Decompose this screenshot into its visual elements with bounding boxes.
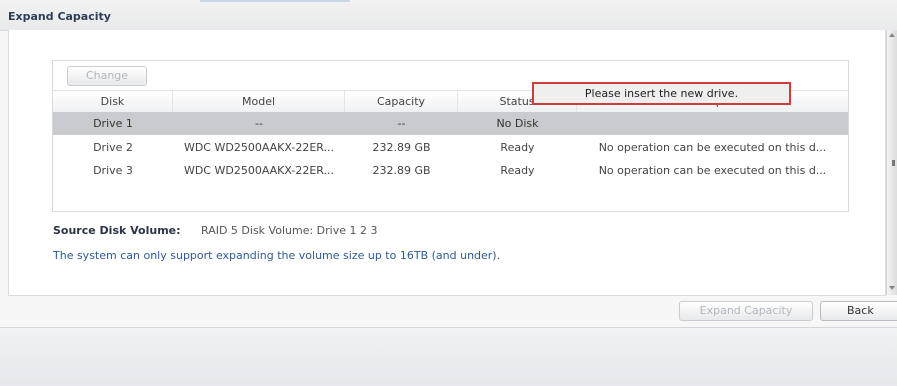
table-row[interactable]: Drive 3 WDC WD2500AAKX-22ER... 232.89 GB… (53, 159, 848, 182)
title-accent (200, 0, 350, 2)
capacity-notice: The system can only support expanding th… (53, 249, 501, 262)
title-bar: Expand Capacity (0, 0, 897, 31)
table-row[interactable]: Drive 1 -- -- No Disk (53, 112, 848, 135)
cell-capacity: -- (397, 117, 406, 130)
expand-capacity-button[interactable]: Expand Capacity (679, 301, 813, 321)
scroll-down-icon[interactable] (889, 286, 895, 290)
scroll-thumb[interactable] (892, 160, 895, 166)
cell-disk: Drive 1 (93, 117, 133, 130)
column-header-disk[interactable]: Disk (53, 91, 173, 112)
cell-capacity: 232.89 GB (372, 141, 431, 154)
window-title: Expand Capacity (8, 10, 111, 23)
bottom-bar (0, 327, 897, 386)
cell-model: WDC WD2500AAKX-22ER... (183, 164, 335, 177)
cell-capacity: 232.89 GB (372, 164, 431, 177)
cell-disk: Drive 3 (93, 164, 133, 177)
back-button[interactable]: Back (820, 301, 897, 321)
description-highlight: Please insert the new drive. (532, 82, 791, 105)
cell-model: -- (255, 117, 263, 130)
column-header-capacity[interactable]: Capacity (345, 91, 458, 112)
cell-status: Ready (500, 164, 535, 177)
expand-capacity-window: Expand Capacity Change Disk Model Capaci… (0, 0, 897, 386)
scroll-up-icon[interactable] (889, 33, 895, 37)
cell-description: Please insert the new drive. (584, 87, 739, 100)
source-disk-volume-label: Source Disk Volume: (53, 224, 181, 237)
cell-description: No operation can be executed on this d..… (598, 164, 827, 177)
cell-description: No operation can be executed on this d..… (598, 141, 827, 154)
column-header-model[interactable]: Model (173, 91, 345, 112)
source-disk-volume-value: RAID 5 Disk Volume: Drive 1 2 3 (201, 224, 378, 237)
footer-divider (8, 295, 884, 296)
cell-disk: Drive 2 (93, 141, 133, 154)
cell-status: Ready (500, 141, 535, 154)
cell-status: No Disk (496, 117, 539, 130)
table-row[interactable]: Drive 2 WDC WD2500AAKX-22ER... 232.89 GB… (53, 136, 848, 159)
change-button[interactable]: Change (67, 66, 147, 86)
cell-model: WDC WD2500AAKX-22ER... (183, 141, 335, 154)
